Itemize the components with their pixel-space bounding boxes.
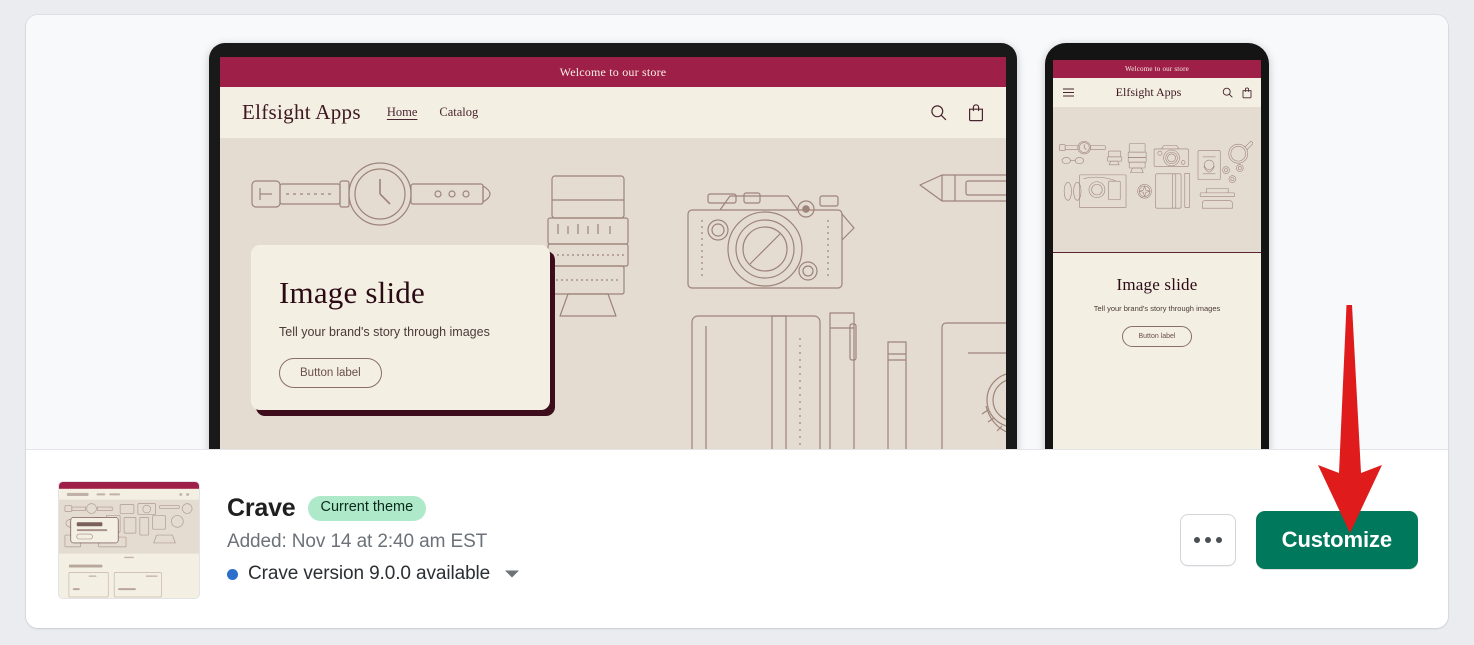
version-status-dot bbox=[227, 568, 238, 580]
current-theme-badge: Current theme bbox=[307, 496, 427, 521]
mobile-device-frame[interactable]: Welcome to our store Elfsight Apps Image… bbox=[1045, 43, 1269, 449]
hamburger-icon[interactable] bbox=[1062, 87, 1075, 98]
search-icon[interactable] bbox=[1222, 87, 1233, 98]
desktop-screen: Welcome to our store Elfsight Apps Home … bbox=[220, 57, 1006, 449]
cart-icon[interactable] bbox=[1242, 87, 1252, 99]
mobile-announcement-bar: Welcome to our store bbox=[1053, 60, 1261, 78]
thumbnail-image bbox=[59, 481, 199, 598]
desktop-store-header: Elfsight Apps Home Catalog bbox=[220, 87, 1006, 138]
theme-meta: Crave Current theme Added: Nov 14 at 2:4… bbox=[227, 494, 520, 585]
mobile-slide-section: Image slide Tell your brand's story thro… bbox=[1053, 252, 1261, 449]
theme-card: Welcome to our store Elfsight Apps Home … bbox=[26, 15, 1448, 628]
slide-subtitle: Tell your brand's story through images bbox=[279, 324, 490, 339]
theme-added-date: Added: Nov 14 at 2:40 am EST bbox=[227, 531, 488, 552]
theme-preview-stage: Welcome to our store Elfsight Apps Home … bbox=[26, 15, 1448, 450]
theme-name: Crave bbox=[227, 494, 296, 522]
theme-info-bar: Crave Current theme Added: Nov 14 at 2:4… bbox=[26, 451, 1448, 628]
mobile-header-icons bbox=[1222, 87, 1252, 99]
version-available-text: Crave version 9.0.0 available bbox=[248, 563, 491, 584]
ellipsis-dot-icon bbox=[1215, 536, 1222, 543]
slide-cta-button[interactable]: Button label bbox=[279, 357, 382, 388]
screen-root: Welcome to our store Elfsight Apps Home … bbox=[0, 0, 1474, 645]
mobile-slide-card: Image slide Tell your brand's story thro… bbox=[1053, 275, 1261, 347]
cart-icon[interactable] bbox=[968, 103, 984, 122]
nav-link-home[interactable]: Home bbox=[387, 105, 418, 120]
mobile-store-header: Elfsight Apps bbox=[1053, 78, 1261, 107]
store-brand-name: Elfsight Apps bbox=[242, 100, 361, 124]
theme-version-row[interactable]: Crave version 9.0.0 available bbox=[227, 563, 520, 585]
slide-title: Image slide bbox=[279, 275, 425, 310]
nav-link-catalog[interactable]: Catalog bbox=[439, 105, 478, 120]
hero-slide-card: Image slide Tell your brand's story thro… bbox=[251, 245, 550, 410]
desktop-device-frame[interactable]: Welcome to our store Elfsight Apps Home … bbox=[209, 43, 1017, 449]
mobile-hero-illustration bbox=[1053, 135, 1261, 224]
customize-button[interactable]: Customize bbox=[1255, 510, 1418, 569]
mobile-screen: Welcome to our store Elfsight Apps Image… bbox=[1053, 60, 1261, 449]
mobile-slide-cta-button[interactable]: Button label bbox=[1121, 326, 1193, 347]
chevron-down-icon[interactable] bbox=[504, 569, 520, 579]
store-header-icons bbox=[930, 103, 984, 122]
store-nav: Home Catalog bbox=[387, 105, 478, 120]
theme-actions: Customize bbox=[1179, 510, 1418, 569]
theme-title-row: Crave Current theme bbox=[227, 494, 520, 523]
mobile-slide-subtitle: Tell your brand's story through images bbox=[1093, 304, 1221, 313]
desktop-announcement-bar: Welcome to our store bbox=[220, 57, 1006, 87]
desktop-hero: Image slide Tell your brand's story thro… bbox=[220, 138, 1006, 449]
search-icon[interactable] bbox=[930, 104, 947, 121]
mobile-store-brand-name: Elfsight Apps bbox=[1115, 85, 1182, 99]
mobile-hero bbox=[1053, 107, 1261, 252]
ellipsis-dot-icon bbox=[1193, 536, 1200, 543]
mobile-slide-title: Image slide bbox=[1116, 275, 1198, 294]
theme-thumbnail[interactable] bbox=[58, 480, 200, 599]
ellipsis-dot-icon bbox=[1204, 536, 1211, 543]
more-actions-button[interactable] bbox=[1179, 513, 1236, 566]
